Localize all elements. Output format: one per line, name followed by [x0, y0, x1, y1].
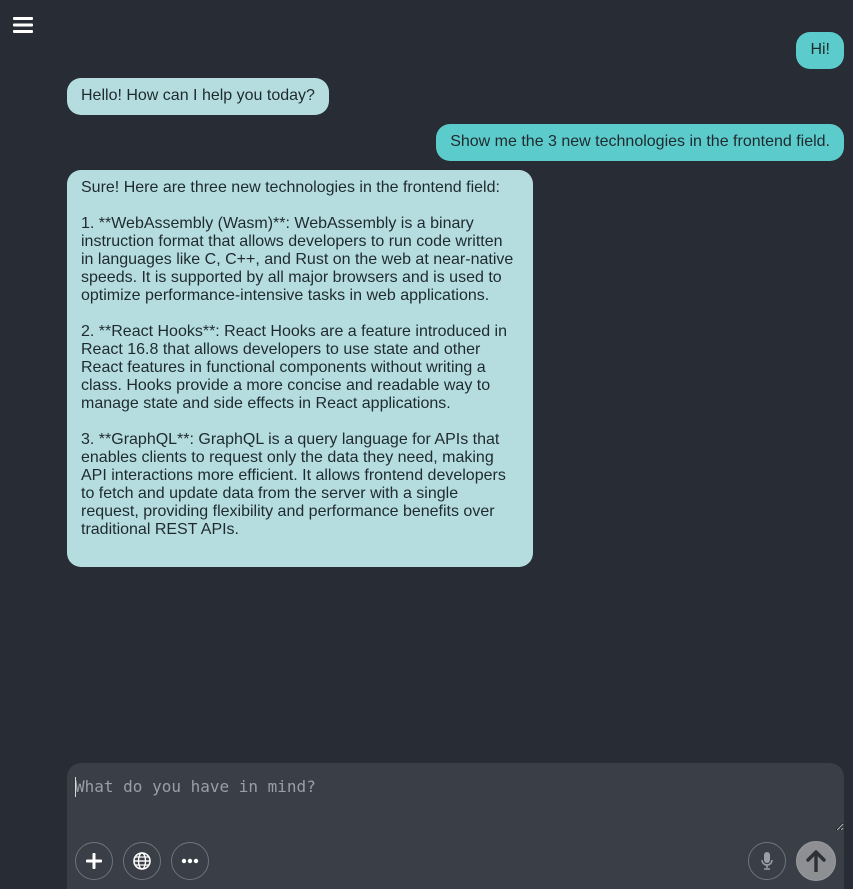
chat-thread: Hi! Hello! How can I help you today? Sho… [0, 0, 853, 760]
add-attachment-button[interactable] [75, 842, 113, 880]
web-search-button[interactable] [123, 842, 161, 880]
text-caret [75, 777, 76, 797]
assistant-message: Hello! How can I help you today? [67, 78, 329, 115]
more-options-button[interactable] [171, 842, 209, 880]
message-composer [67, 763, 844, 889]
voice-input-button[interactable] [748, 842, 786, 880]
more-dots-icon [181, 858, 199, 864]
user-message: Show me the 3 new technologies in the fr… [436, 124, 844, 161]
message-input[interactable] [73, 773, 844, 831]
send-button[interactable] [796, 841, 836, 881]
globe-icon [133, 852, 151, 870]
arrow-up-icon [806, 850, 826, 872]
user-message: Hi! [796, 32, 844, 69]
microphone-icon [761, 852, 773, 870]
assistant-message: Sure! Here are three new technologies in… [67, 170, 533, 567]
plus-icon [86, 853, 102, 869]
